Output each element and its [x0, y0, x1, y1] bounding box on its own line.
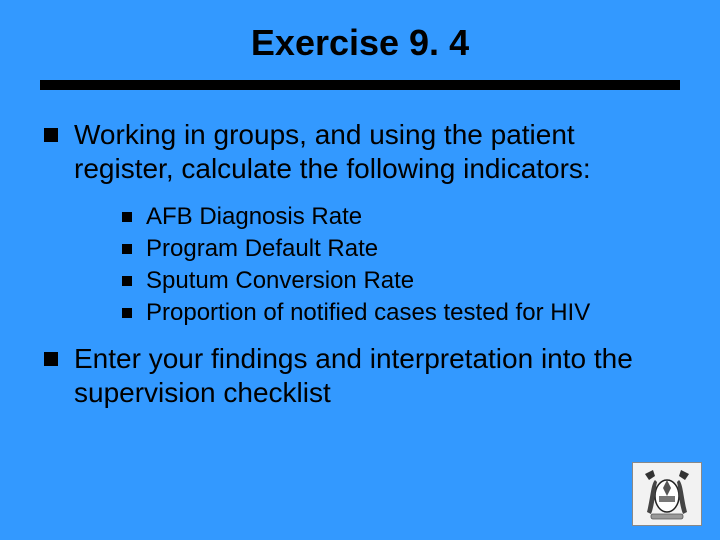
slide-content: Working in groups, and using the patient…	[0, 90, 720, 411]
bullet-square-icon	[44, 128, 58, 142]
slide: Exercise 9. 4 Working in groups, and usi…	[0, 0, 720, 540]
list-item: Sputum Conversion Rate	[122, 266, 676, 296]
bullet-square-icon	[122, 276, 132, 286]
list-item: Working in groups, and using the patient…	[44, 118, 676, 186]
slide-title: Exercise 9. 4	[0, 0, 720, 74]
list-item: Enter your findings and interpretation i…	[44, 342, 676, 410]
coat-of-arms-icon	[637, 466, 697, 522]
list-item: Program Default Rate	[122, 234, 676, 264]
list-item: Proportion of notified cases tested for …	[122, 298, 676, 328]
crest-logo	[632, 462, 702, 526]
bullet-square-icon	[44, 352, 58, 366]
bullet-text: AFB Diagnosis Rate	[146, 202, 676, 232]
sub-list: AFB Diagnosis Rate Program Default Rate …	[44, 196, 676, 342]
bullet-text: Proportion of notified cases tested for …	[146, 298, 676, 328]
bullet-square-icon	[122, 244, 132, 254]
bullet-text: Working in groups, and using the patient…	[74, 118, 676, 186]
title-divider	[40, 80, 680, 90]
bullet-text: Program Default Rate	[146, 234, 676, 264]
list-item: AFB Diagnosis Rate	[122, 202, 676, 232]
bullet-text: Enter your findings and interpretation i…	[74, 342, 676, 410]
bullet-text: Sputum Conversion Rate	[146, 266, 676, 296]
bullet-square-icon	[122, 212, 132, 222]
bullet-square-icon	[122, 308, 132, 318]
